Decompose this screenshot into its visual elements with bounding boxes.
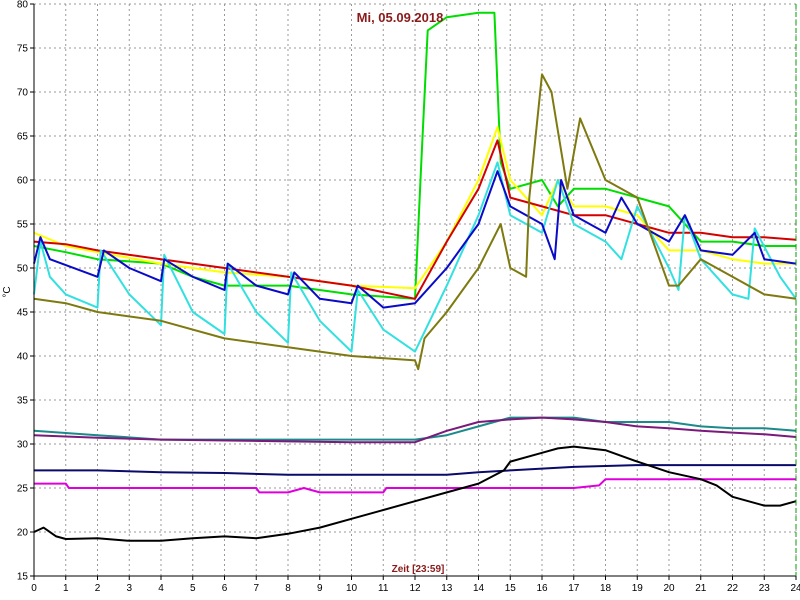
x-tick-label: 0 xyxy=(31,583,37,594)
x-tick-label: 7 xyxy=(253,583,259,594)
y-tick-label: 65 xyxy=(17,132,29,143)
chart-title: Mi, 05.09.2018 xyxy=(357,10,444,25)
x-tick-label: 6 xyxy=(222,583,228,594)
x-axis-label: Zeit [23:59] xyxy=(392,564,445,575)
y-tick-label: 15 xyxy=(17,572,29,583)
x-tick-label: 9 xyxy=(317,583,323,594)
x-tick-label: 2 xyxy=(95,583,101,594)
x-tick-label: 8 xyxy=(285,583,291,594)
y-tick-label: 20 xyxy=(17,528,29,539)
x-tick-label: 5 xyxy=(190,583,196,594)
y-tick-label: 25 xyxy=(17,484,29,495)
y-tick-label: 80 xyxy=(17,0,29,11)
x-tick-label: 16 xyxy=(536,583,548,594)
y-tick-label: 40 xyxy=(17,352,29,363)
x-tick-label: 14 xyxy=(473,583,485,594)
x-tick-label: 20 xyxy=(663,583,675,594)
x-tick-label: 22 xyxy=(727,583,739,594)
x-tick-label: 1 xyxy=(63,583,69,594)
x-tick-label: 18 xyxy=(600,583,612,594)
y-tick-label: 55 xyxy=(17,220,29,231)
y-tick-label: 30 xyxy=(17,440,29,451)
x-tick-label: 24 xyxy=(790,583,800,594)
x-tick-label: 3 xyxy=(126,583,132,594)
x-tick-label: 23 xyxy=(759,583,771,594)
x-tick-label: 10 xyxy=(346,583,358,594)
y-tick-label: 70 xyxy=(17,88,29,99)
y-tick-label: 75 xyxy=(17,44,29,55)
x-tick-label: 11 xyxy=(378,583,389,594)
temperature-chart: 1520253035404550556065707580 01234567891… xyxy=(0,0,800,600)
y-tick-label: 60 xyxy=(17,176,29,187)
x-tick-label: 15 xyxy=(505,583,517,594)
y-tick-label: 35 xyxy=(17,396,29,407)
y-tick-label: 50 xyxy=(17,264,29,275)
x-tick-label: 4 xyxy=(158,583,164,594)
y-axis-label: °C xyxy=(2,286,13,297)
x-tick-label: 17 xyxy=(568,583,580,594)
y-tick-label: 45 xyxy=(17,308,29,319)
x-tick-label: 19 xyxy=(632,583,644,594)
plot-background xyxy=(0,0,800,600)
x-tick-label: 21 xyxy=(695,583,707,594)
x-tick-label: 13 xyxy=(441,583,453,594)
x-tick-label: 12 xyxy=(409,583,421,594)
